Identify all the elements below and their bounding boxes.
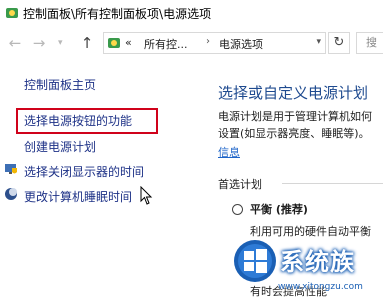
control-panel-icon (108, 38, 120, 48)
moon-sleep-icon (5, 188, 17, 200)
page-title: 选择或自定义电源计划 (218, 84, 369, 102)
sidebar-item-display-timeout[interactable]: 选择关闭显示器的时间 (24, 163, 144, 180)
sidebar: 控制面板主页 选择电源按钮的功能 创建电源计划 选择关闭显示器的时间 更改计算机… (0, 62, 200, 298)
window-title: 控制面板\所有控制面板项\电源选项 (23, 7, 212, 21)
description-line: 电源计划是用于管理计算机如何 (218, 110, 372, 123)
refresh-button[interactable]: ↻ (328, 32, 350, 54)
arrow-up-icon[interactable]: ↑ (78, 34, 96, 52)
arrow-left-icon[interactable]: ← (6, 34, 24, 52)
breadcrumb-segment[interactable]: 所有控... (144, 36, 188, 52)
sidebar-item-create-plan[interactable]: 创建电源计划 (24, 138, 96, 155)
chevron-right-icon[interactable]: › (206, 36, 210, 47)
breadcrumb-segment[interactable]: 电源选项 (219, 36, 263, 52)
monitor-shield-icon (5, 164, 17, 174)
description-line: 设置(如显示器亮度、睡眠等)。 (218, 127, 370, 140)
address-bar[interactable]: « 所有控... › 电源选项 ▾ (103, 32, 326, 54)
sidebar-home-link[interactable]: 控制面板主页 (24, 76, 96, 93)
arrow-right-icon[interactable]: → (30, 34, 48, 52)
watermark-text: 系统族 (280, 248, 355, 276)
sidebar-item-sleep-time[interactable]: 更改计算机睡眠时间 (24, 188, 132, 205)
plan-description: 利用可用的硬件自动平衡 (250, 225, 371, 238)
description: 电源计划是用于管理计算机如何 设置(如显示器亮度、睡眠等)。 (218, 108, 372, 142)
title-bar: 控制面板\所有控制面板项\电源选项 (0, 0, 383, 26)
chevron-down-icon[interactable]: ▾ (316, 37, 321, 47)
mouse-cursor-icon (140, 186, 153, 205)
history-dropdown-icon[interactable]: ▾ (58, 34, 63, 52)
sidebar-item-power-buttons[interactable]: 选择电源按钮的功能 (24, 112, 132, 129)
more-info-link[interactable]: 信息 (218, 144, 240, 160)
watermark-url: www.xitongzu.com (278, 282, 363, 292)
section-label: 首选计划 (218, 178, 262, 191)
control-panel-icon (6, 8, 18, 18)
address-overflow[interactable]: « (125, 36, 132, 49)
section-divider (282, 183, 383, 184)
watermark-logo: 系统族 www.xitongzu.com (232, 238, 383, 298)
plan-radio[interactable] (232, 204, 243, 215)
search-input[interactable]: 搜 (356, 32, 383, 54)
windows-logo-icon (234, 240, 276, 282)
plan-name[interactable]: 平衡 (推荐) (250, 201, 308, 217)
